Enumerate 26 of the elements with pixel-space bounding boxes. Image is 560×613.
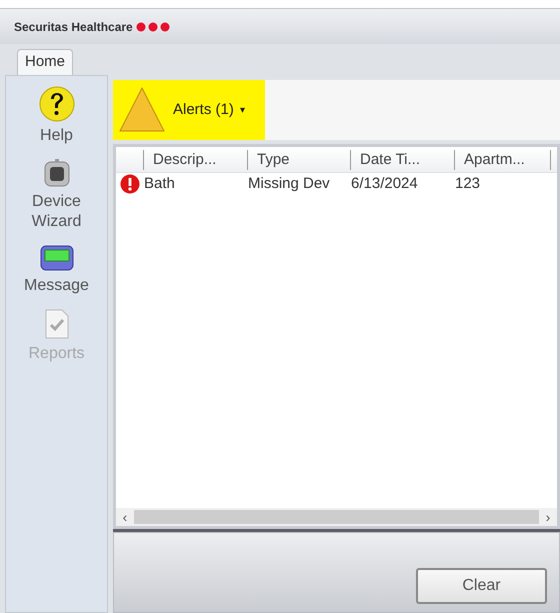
error-icon [120, 174, 140, 194]
scroll-right-button[interactable]: › [539, 506, 557, 528]
device-icon [42, 158, 70, 188]
clear-button[interactable]: Clear [416, 568, 547, 604]
sidebar-item[interactable]: Help [12, 86, 102, 146]
help-icon [38, 86, 74, 122]
table-cell-text: 123 [455, 174, 482, 194]
column-header[interactable]: Date Ti... [351, 150, 455, 170]
pager-icon [40, 244, 74, 272]
caret-icon: ▾ [240, 102, 245, 118]
column-header[interactable]: Descrip... [144, 150, 248, 170]
table-cell-text: 6/13/2024 [351, 174, 419, 194]
horizontal-scrollbar[interactable]: ‹ › [116, 508, 557, 526]
scroll-left-button[interactable]: ‹ [116, 506, 134, 528]
alerts-label: Alerts (1) [173, 100, 234, 120]
window-title: Securitas Healthcare [14, 18, 133, 36]
report-icon [42, 308, 70, 340]
alerts-button[interactable]: Alerts (1) ▾ [113, 80, 265, 140]
table-cell-text: Bath [144, 174, 176, 194]
column-header[interactable]: Type [248, 150, 351, 170]
sidebar-item[interactable]: Device Wizard [12, 158, 102, 232]
tab[interactable]: Home [17, 49, 74, 75]
logo-dots-icon [136, 22, 172, 32]
sidebar-item[interactable]: Message [12, 244, 102, 296]
column-header[interactable]: Apartm... [455, 150, 551, 170]
table-cell-text: Missing Dev [248, 174, 331, 194]
